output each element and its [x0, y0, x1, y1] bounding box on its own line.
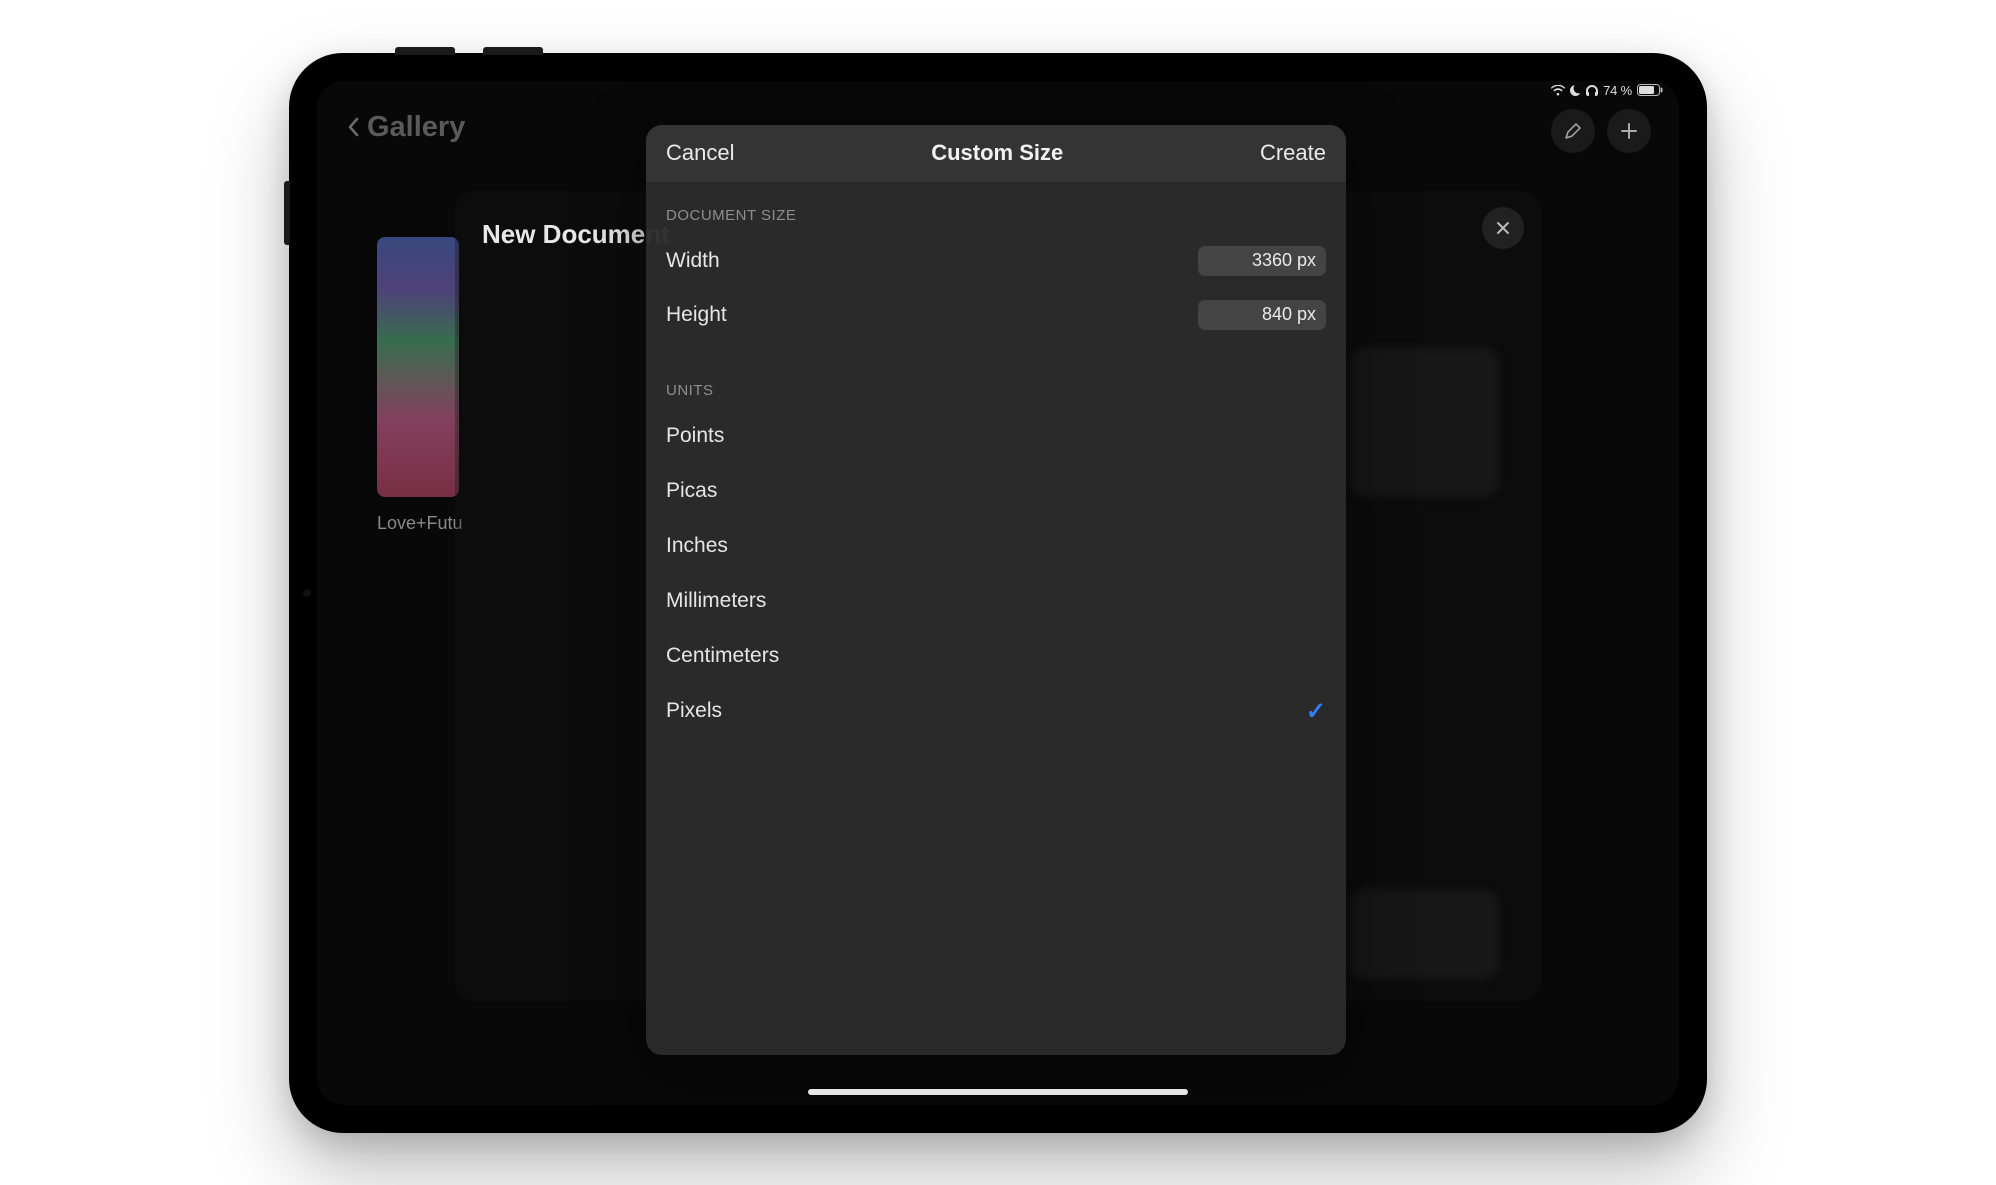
status-bar: 74 % — [1551, 83, 1663, 98]
section-document-size: Document Size — [646, 183, 1346, 234]
width-label: Width — [666, 249, 720, 273]
back-chevron-icon[interactable] — [347, 117, 359, 137]
document-thumbnail[interactable] — [377, 237, 459, 497]
unit-pixels[interactable]: Pixels ✓ — [646, 684, 1346, 739]
unit-inches[interactable]: Inches — [646, 519, 1346, 574]
document-thumbnail-label: Love+Futu — [377, 513, 463, 534]
unit-label: Pixels — [666, 699, 722, 723]
height-label: Height — [666, 303, 727, 327]
cancel-button[interactable]: Cancel — [666, 140, 734, 166]
gallery-title: Gallery — [367, 111, 465, 144]
unit-millimeters[interactable]: Millimeters — [646, 574, 1346, 629]
section-units: Units — [646, 342, 1346, 409]
wifi-icon — [1551, 85, 1565, 96]
unit-label: Inches — [666, 534, 728, 558]
height-row: Height 840 px — [646, 288, 1346, 342]
width-input[interactable]: 3360 px — [1198, 246, 1326, 276]
modal-title: Custom Size — [931, 140, 1063, 166]
close-button[interactable] — [1482, 207, 1524, 249]
checkmark-icon: ✓ — [1306, 697, 1326, 726]
modal-header: Cancel Custom Size Create — [646, 125, 1346, 183]
unit-label: Points — [666, 424, 724, 448]
volume-buttons — [395, 47, 543, 55]
width-row: Width 3360 px — [646, 234, 1346, 288]
power-button — [284, 181, 290, 245]
unit-label: Millimeters — [666, 589, 766, 613]
new-document-title: New Document — [482, 219, 670, 250]
unit-picas[interactable]: Picas — [646, 464, 1346, 519]
height-input[interactable]: 840 px — [1198, 300, 1326, 330]
battery-icon — [1637, 84, 1663, 96]
home-indicator[interactable] — [808, 1089, 1188, 1095]
preset-card-blur — [1349, 347, 1499, 497]
add-button[interactable] — [1607, 109, 1651, 153]
unit-centimeters[interactable]: Centimeters — [646, 629, 1346, 684]
headphones-icon — [1586, 85, 1598, 96]
unit-label: Centimeters — [666, 644, 779, 668]
custom-size-modal: Cancel Custom Size Create Document Size … — [646, 125, 1346, 1055]
edit-button[interactable] — [1551, 109, 1595, 153]
front-camera — [303, 589, 311, 597]
ipad-frame: 74 % Gallery Love+Futu — [289, 53, 1707, 1133]
screen: 74 % Gallery Love+Futu — [317, 81, 1679, 1105]
create-button[interactable]: Create — [1260, 140, 1326, 166]
moon-icon — [1570, 85, 1581, 96]
unit-points[interactable]: Points — [646, 409, 1346, 464]
unit-label: Picas — [666, 479, 717, 503]
battery-percent: 74 % — [1603, 83, 1632, 98]
top-actions — [1551, 109, 1651, 153]
preset-card-blur — [1349, 889, 1499, 979]
